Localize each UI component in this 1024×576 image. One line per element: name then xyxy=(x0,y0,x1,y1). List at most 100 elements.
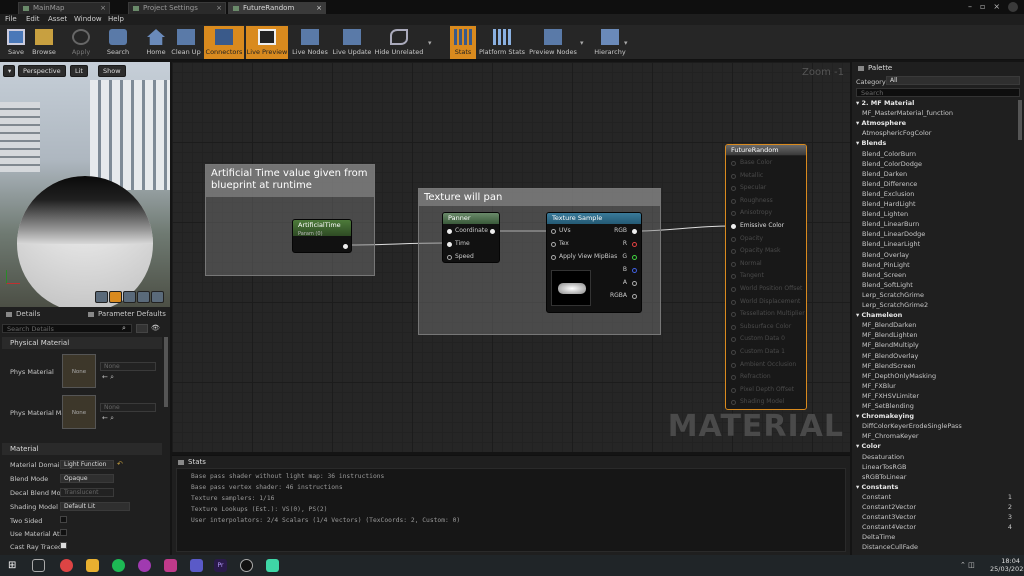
palette-item[interactable]: MF_BlendLighten xyxy=(862,331,917,339)
live-preview-button[interactable]: Live Preview xyxy=(246,26,288,59)
palette-item[interactable]: Blend_SoftLight xyxy=(862,281,913,289)
palette-item[interactable]: Lerp_ScratchGrime xyxy=(862,291,924,299)
palette-scrollbar[interactable] xyxy=(1018,100,1022,140)
app-icon[interactable] xyxy=(164,559,177,572)
reset-icon[interactable]: ↶ xyxy=(117,460,123,468)
input-pin[interactable] xyxy=(447,242,452,247)
input-pin[interactable] xyxy=(731,173,736,179)
palette-item[interactable]: Blend_ColorBurn xyxy=(862,150,916,158)
details-search-input[interactable]: Search Details xyxy=(2,324,132,333)
palette-item[interactable]: Blend_Exclusion xyxy=(862,190,914,198)
plane-preview-icon[interactable] xyxy=(123,291,136,303)
node-panner[interactable]: Panner Coordinate Time Speed xyxy=(442,212,500,263)
file-explorer-icon[interactable] xyxy=(86,559,99,572)
platform-stats-button[interactable]: Platform Stats xyxy=(478,26,526,59)
input-pin[interactable] xyxy=(731,186,736,192)
output-pin[interactable] xyxy=(632,255,637,260)
palette-item[interactable]: MF_BlendMultiply xyxy=(862,341,919,349)
mesh-preview-icon[interactable] xyxy=(151,291,164,303)
phys-material-thumbnail[interactable]: None xyxy=(62,354,96,388)
input-pin[interactable] xyxy=(551,255,556,260)
palette-item[interactable]: Lerp_ScratchGrime2 xyxy=(862,301,928,309)
input-pin[interactable] xyxy=(731,400,736,406)
shading-model-dropdown[interactable]: Default Lit xyxy=(60,502,130,511)
premiere-icon[interactable]: Pr xyxy=(214,559,227,572)
cylinder-preview-icon[interactable] xyxy=(95,291,108,303)
input-pin[interactable] xyxy=(731,387,736,393)
unreal-icon[interactable] xyxy=(240,559,253,572)
palette-category[interactable]: ▾ Chromakeying xyxy=(856,412,914,420)
palette-item[interactable]: Blend_Overlay xyxy=(862,251,909,259)
category-dropdown[interactable]: All xyxy=(886,76,1020,85)
palette-item[interactable]: Blend_PinLight xyxy=(862,261,910,269)
menu-file[interactable]: File xyxy=(5,14,17,25)
tab-project-settings[interactable]: Project Settings × xyxy=(128,2,226,14)
clock[interactable]: 18:04 25/03/2022 xyxy=(990,557,1024,573)
network-icon[interactable]: ⌃ ◫ xyxy=(960,561,975,569)
home-button[interactable]: Home xyxy=(142,26,170,59)
input-pin[interactable] xyxy=(731,312,736,318)
palette-item[interactable]: DistanceCullFade xyxy=(862,543,918,551)
palette-category[interactable]: ▾ Atmosphere xyxy=(856,119,906,127)
output-pin[interactable] xyxy=(632,229,637,234)
palette-item[interactable]: MF_MasterMaterial_function xyxy=(862,109,953,117)
palette-item[interactable]: Constant2Vector xyxy=(862,503,916,511)
palette-item[interactable]: Blend_LinearBurn xyxy=(862,220,919,228)
palette-item[interactable]: Desaturation xyxy=(862,453,904,461)
palette-item[interactable]: Constant4Vector xyxy=(862,523,916,531)
palette-item[interactable]: MF_FXHSVLimiter xyxy=(862,392,919,400)
eye-icon[interactable]: 👁 xyxy=(151,324,165,333)
input-pin[interactable] xyxy=(731,249,736,255)
output-pin[interactable] xyxy=(343,244,348,249)
palette-item[interactable]: Blend_LinearLight xyxy=(862,240,920,248)
show-button[interactable]: Show xyxy=(98,65,126,77)
palette-item[interactable]: Blend_ColorDodge xyxy=(862,160,922,168)
details-scrollbar[interactable] xyxy=(164,337,168,407)
phys-material-mask-thumbnail[interactable]: None xyxy=(62,395,96,429)
hide-unrelated-button[interactable]: Hide Unrelated xyxy=(374,26,424,59)
palette-item[interactable]: MF_FXBlur xyxy=(862,382,896,390)
viewport-menu-button[interactable]: ▾ xyxy=(3,65,15,77)
lit-button[interactable]: Lit xyxy=(70,65,88,77)
input-pin[interactable] xyxy=(731,375,736,381)
palette-item[interactable]: MF_BlendScreen xyxy=(862,362,915,370)
input-pin[interactable] xyxy=(731,274,736,280)
decal-blend-mode-dropdown[interactable]: Translucent xyxy=(60,488,114,497)
messenger-icon[interactable] xyxy=(138,559,151,572)
palette-item[interactable]: MF_BlendOverlay xyxy=(862,352,918,360)
input-pin[interactable] xyxy=(731,324,736,330)
live-nodes-button[interactable]: Live Nodes xyxy=(290,26,330,59)
sphere-preview-icon[interactable] xyxy=(109,291,122,303)
tab-futurerandom[interactable]: FutureRandom × xyxy=(228,2,326,14)
menu-help[interactable]: Help xyxy=(108,14,124,25)
input-pin[interactable] xyxy=(731,198,736,204)
palette-item[interactable]: Constant3Vector xyxy=(862,513,916,521)
input-pin[interactable] xyxy=(731,362,736,368)
input-pin[interactable] xyxy=(731,161,736,166)
material-graph[interactable]: Zoom -1 MATERIAL Artificial Time value g… xyxy=(172,62,850,452)
input-pin[interactable] xyxy=(551,229,556,234)
tab-details[interactable]: Details xyxy=(4,309,40,320)
palette-category[interactable]: ▾ Constants xyxy=(856,483,898,491)
input-pin[interactable] xyxy=(731,261,736,267)
palette-item[interactable]: Blend_Lighten xyxy=(862,210,908,218)
teams-icon[interactable] xyxy=(190,559,203,572)
use-material-attributes-checkbox[interactable] xyxy=(60,529,67,536)
phys-material-dropdown[interactable]: None xyxy=(100,362,156,371)
cube-preview-icon[interactable] xyxy=(137,291,150,303)
preview-viewport[interactable]: ▾ Perspective Lit Show xyxy=(0,62,170,307)
browse-button[interactable]: Browse xyxy=(30,26,58,59)
task-view-icon[interactable] xyxy=(32,559,45,572)
palette-tab[interactable]: Palette xyxy=(858,64,892,72)
palette-category[interactable]: ▾ Chameleon xyxy=(856,311,902,319)
input-pin[interactable] xyxy=(731,287,736,292)
input-pin[interactable] xyxy=(731,211,736,217)
input-pin[interactable] xyxy=(731,337,736,343)
palette-category[interactable]: ▾ 2. MF Material xyxy=(856,99,914,107)
hide-unrelated-dropdown-icon[interactable]: ▾ xyxy=(428,39,432,47)
input-pin[interactable] xyxy=(731,299,736,305)
tab-mainmap[interactable]: MainMap × xyxy=(18,2,110,14)
palette-item[interactable]: Blend_Screen xyxy=(862,271,906,279)
tab-parameter-defaults[interactable]: Parameter Defaults xyxy=(86,309,166,320)
section-material[interactable]: Material xyxy=(2,443,162,455)
